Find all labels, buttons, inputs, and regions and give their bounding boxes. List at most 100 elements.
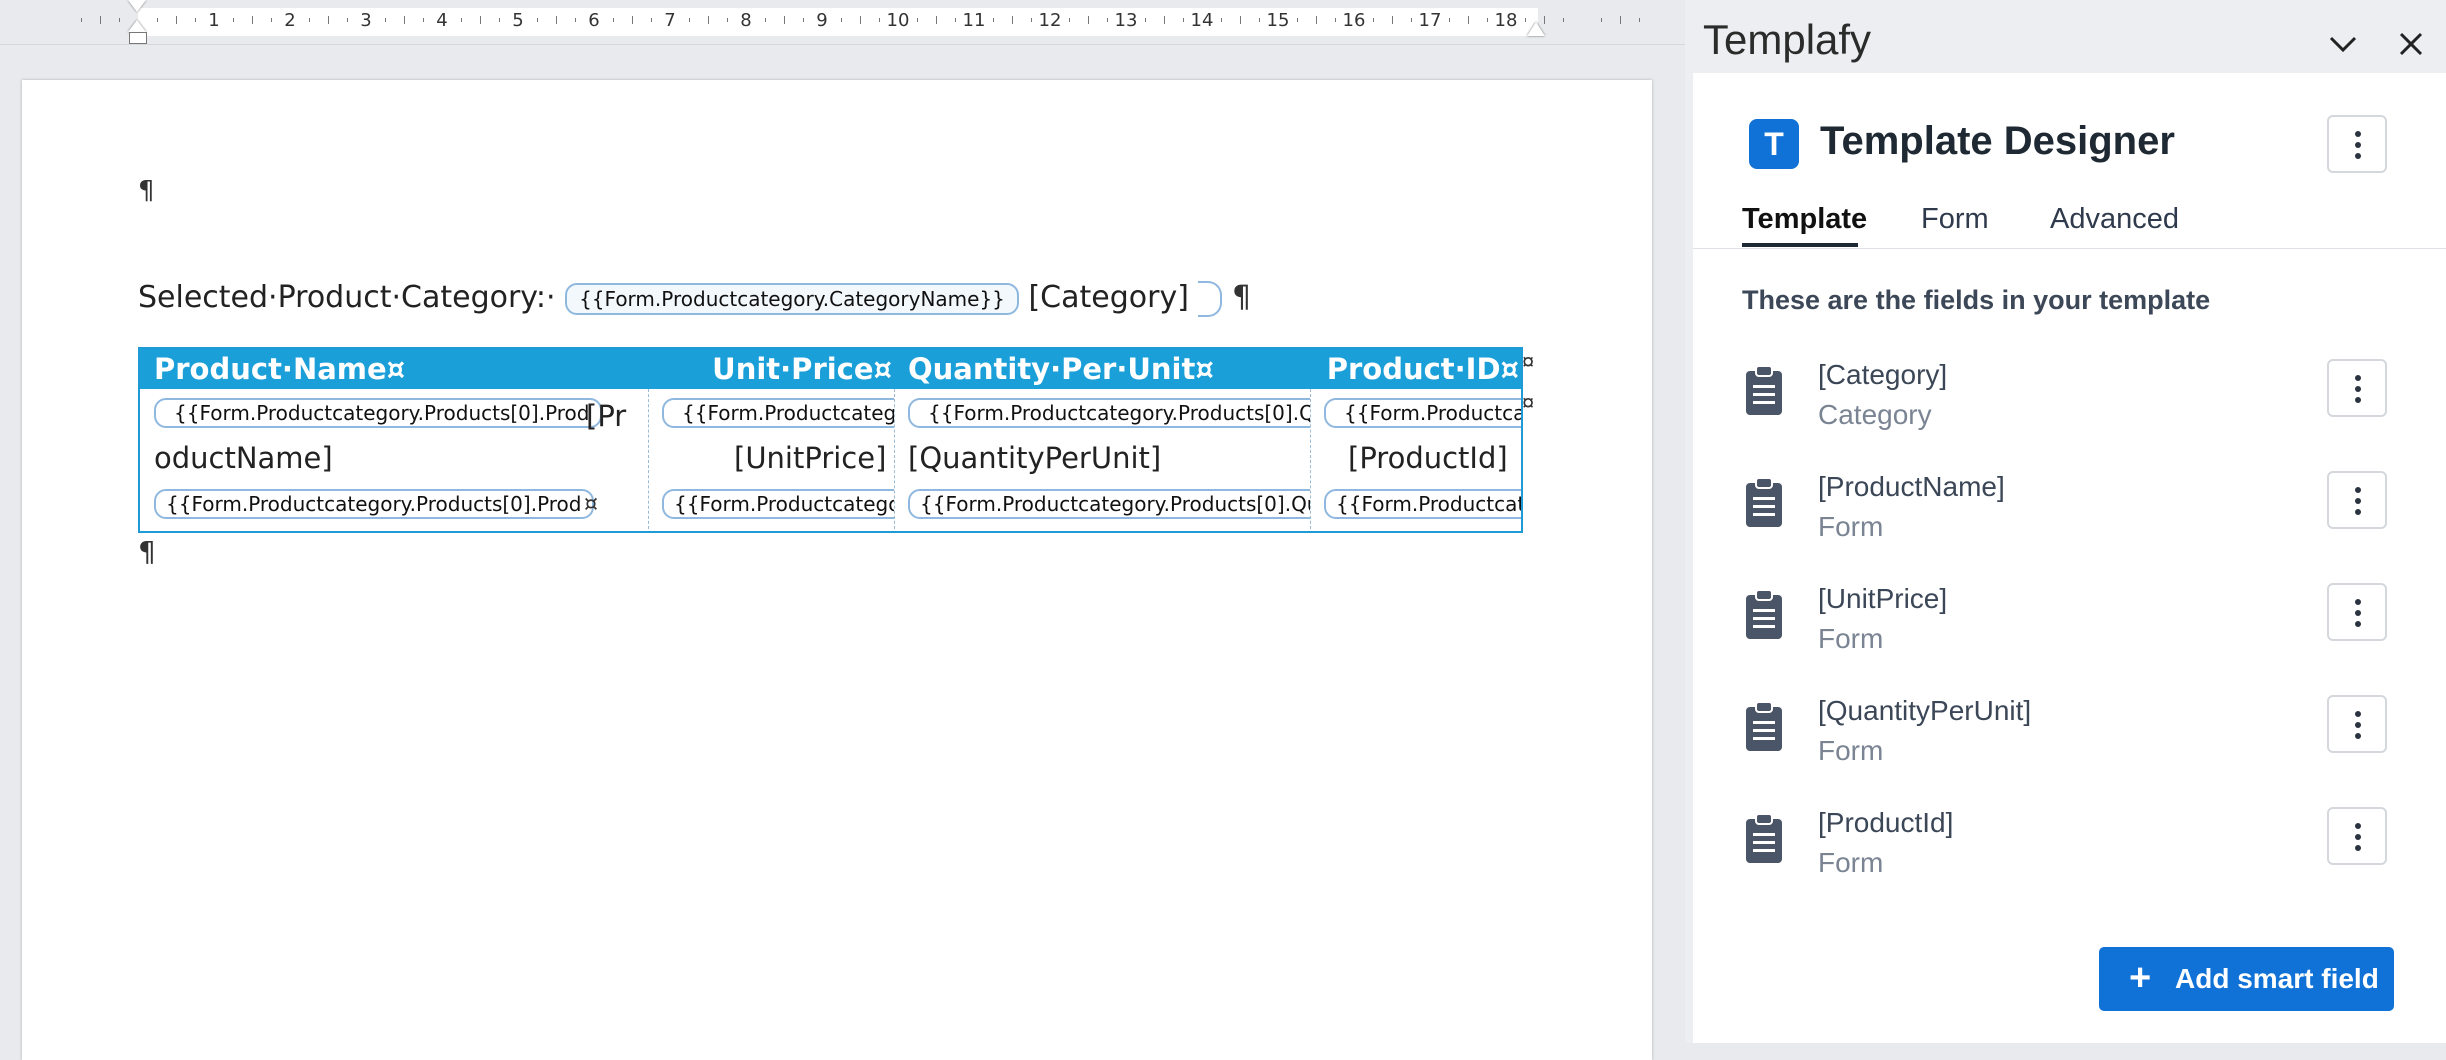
ruler-tick — [537, 18, 538, 22]
field-item-product-name[interactable]: [ProductName] Form — [1693, 471, 2446, 571]
ruler-tick — [1240, 16, 1241, 24]
field-name: [Category] — [1818, 359, 1948, 390]
field-type: Category — [1818, 399, 1932, 430]
ruler-tick — [1525, 18, 1526, 22]
ruler-tick — [195, 18, 196, 22]
unit-price-tag-start[interactable]: {{Form.Productcatego — [662, 398, 894, 428]
add-smart-field-button[interactable]: + Add smart field — [2099, 947, 2394, 1011]
ruler-tick — [1335, 18, 1336, 22]
field-item-unit-price[interactable]: [UnitPrice] Form — [1693, 583, 2446, 683]
first-line-indent-marker[interactable] — [128, 0, 146, 12]
ruler-tick — [1145, 18, 1146, 22]
ruler-tick — [1012, 16, 1013, 24]
ruler-tick — [423, 18, 424, 22]
tab-template[interactable]: Template — [1742, 203, 1867, 236]
right-indent-marker[interactable] — [1527, 22, 1545, 36]
ruler-tick — [252, 16, 253, 24]
ruler-tick — [860, 16, 861, 24]
ruler-tick — [727, 18, 728, 22]
ruler-tick — [499, 18, 500, 22]
field-item-category[interactable]: [Category] Category — [1693, 359, 2446, 459]
product-name-tag-start[interactable]: {{Form.Productcategory.Products[0].Prod — [154, 398, 602, 428]
row-end-mark-2: ¤ — [1522, 390, 1535, 415]
table-header-quantity-per-unit: Quantity·Per·Unit¤ — [894, 349, 1310, 389]
close-icon[interactable] — [2393, 26, 2429, 62]
product-name-value-part1: [Pr — [586, 399, 627, 433]
quantity-tag-start[interactable]: {{Form.Productcategory.Products[0].Qu — [908, 398, 1310, 428]
left-indent-marker[interactable] — [128, 20, 146, 32]
field-options-button[interactable] — [2327, 471, 2387, 529]
ruler-number: 18 — [1494, 10, 1518, 31]
horizontal-ruler[interactable]: 1 2 3 4 5 6 7 8 9 10 11 12 13 14 15 16 17 18 — [0, 0, 1685, 45]
ruler-tick — [1468, 16, 1469, 24]
field-type: Form — [1818, 511, 1884, 542]
templafy-logo: T — [1749, 119, 1799, 169]
ruler-tick — [1031, 18, 1032, 22]
field-name: [QuantityPerUnit] — [1818, 695, 2032, 726]
ruler-tick — [1259, 18, 1260, 22]
field-type: Form — [1818, 847, 1884, 878]
table-header-unit-price: Unit·Price¤ — [648, 349, 894, 389]
table-cell-quantity-per-unit[interactable]: {{Form.Productcategory.Products[0].Qu [Q… — [894, 389, 1311, 529]
ruler-tick — [632, 16, 633, 24]
category-value: [Category] — [1028, 280, 1189, 315]
ruler-tick — [176, 16, 177, 24]
unit-price-tag-end[interactable]: {{Form.Productcategor — [662, 489, 894, 519]
more-options-button[interactable] — [2327, 115, 2387, 173]
left-indent-box[interactable] — [129, 32, 147, 44]
ruler-tick — [404, 16, 405, 24]
ruler-number: 13 — [1114, 10, 1138, 31]
ruler-number: 9 — [816, 10, 828, 31]
ruler-tick — [1449, 18, 1450, 22]
ruler-tick — [575, 18, 576, 22]
field-item-product-id[interactable]: [ProductId] Form — [1693, 807, 2446, 907]
table-cell-unit-price[interactable]: {{Form.Productcatego [UnitPrice] {{Form.… — [648, 389, 895, 529]
ruler-tick — [765, 18, 766, 22]
ruler-tick — [1411, 18, 1412, 22]
product-name-tag-end[interactable]: {{Form.Productcategory.Products[0].Prod — [154, 489, 594, 519]
document-page[interactable]: ¶ Selected·Product·Category:· {{Form.Pro… — [22, 80, 1652, 1060]
ruler-tick — [1639, 18, 1640, 22]
ruler-number: 3 — [360, 10, 372, 31]
active-tab-indicator — [1742, 243, 1858, 247]
field-options-button[interactable] — [2327, 583, 2387, 641]
clipboard-icon — [1746, 589, 1782, 639]
paragraph-mark: ¶ — [1232, 280, 1252, 315]
chevron-down-icon[interactable] — [2325, 26, 2361, 62]
ruler-tick — [1373, 18, 1374, 22]
empty-paragraph-mark: ¶ — [138, 176, 155, 206]
ruler-tick — [879, 18, 880, 22]
ruler-tick — [480, 16, 481, 24]
field-name: [ProductName] — [1818, 471, 2005, 502]
panel-title: Templafy — [1703, 16, 1872, 63]
field-options-button[interactable] — [2327, 807, 2387, 865]
ruler-tick — [461, 18, 462, 22]
ruler-number: 17 — [1418, 10, 1442, 31]
ruler-number: 11 — [962, 10, 986, 31]
field-options-button[interactable] — [2327, 359, 2387, 417]
field-item-quantity-per-unit[interactable]: [QuantityPerUnit] Form — [1693, 695, 2446, 795]
table-cell-product-id[interactable]: {{Form.Productca [ProductId] {{Form.Prod… — [1310, 389, 1521, 529]
ruler-tick — [613, 18, 614, 22]
products-table[interactable]: Product·Name¤ Unit·Price¤ Quantity·Per·U… — [138, 347, 1523, 533]
category-line: Selected·Product·Category:· {{Form.Produ… — [138, 280, 1251, 317]
field-options-button[interactable] — [2327, 695, 2387, 753]
product-id-value: [ProductId] — [1348, 441, 1508, 475]
quantity-tag-end[interactable]: {{Form.Productcategory.Products[0].Qua — [908, 489, 1310, 519]
table-header-product-name: Product·Name¤ — [140, 349, 648, 389]
table-cell-product-name[interactable]: {{Form.Productcategory.Products[0].Prod … — [140, 389, 649, 529]
ruler-tick — [233, 18, 234, 22]
ruler-tick — [708, 16, 709, 24]
clipboard-icon — [1746, 477, 1782, 527]
product-id-tag-end[interactable]: {{Form.Productcate — [1324, 489, 1521, 519]
tab-advanced[interactable]: Advanced — [2050, 203, 2179, 236]
ruler-tick — [1107, 18, 1108, 22]
category-content-control-start[interactable]: {{Form.Productcategory.CategoryName}} — [565, 282, 1019, 315]
ruler-tick — [936, 16, 937, 24]
ruler-tick — [157, 18, 158, 22]
product-id-tag-start[interactable]: {{Form.Productca — [1324, 398, 1521, 428]
tab-form[interactable]: Form — [1921, 203, 1989, 236]
category-content-control-end[interactable] — [1198, 280, 1223, 317]
ruler-number: 16 — [1342, 10, 1366, 31]
ruler-tick — [1088, 16, 1089, 24]
